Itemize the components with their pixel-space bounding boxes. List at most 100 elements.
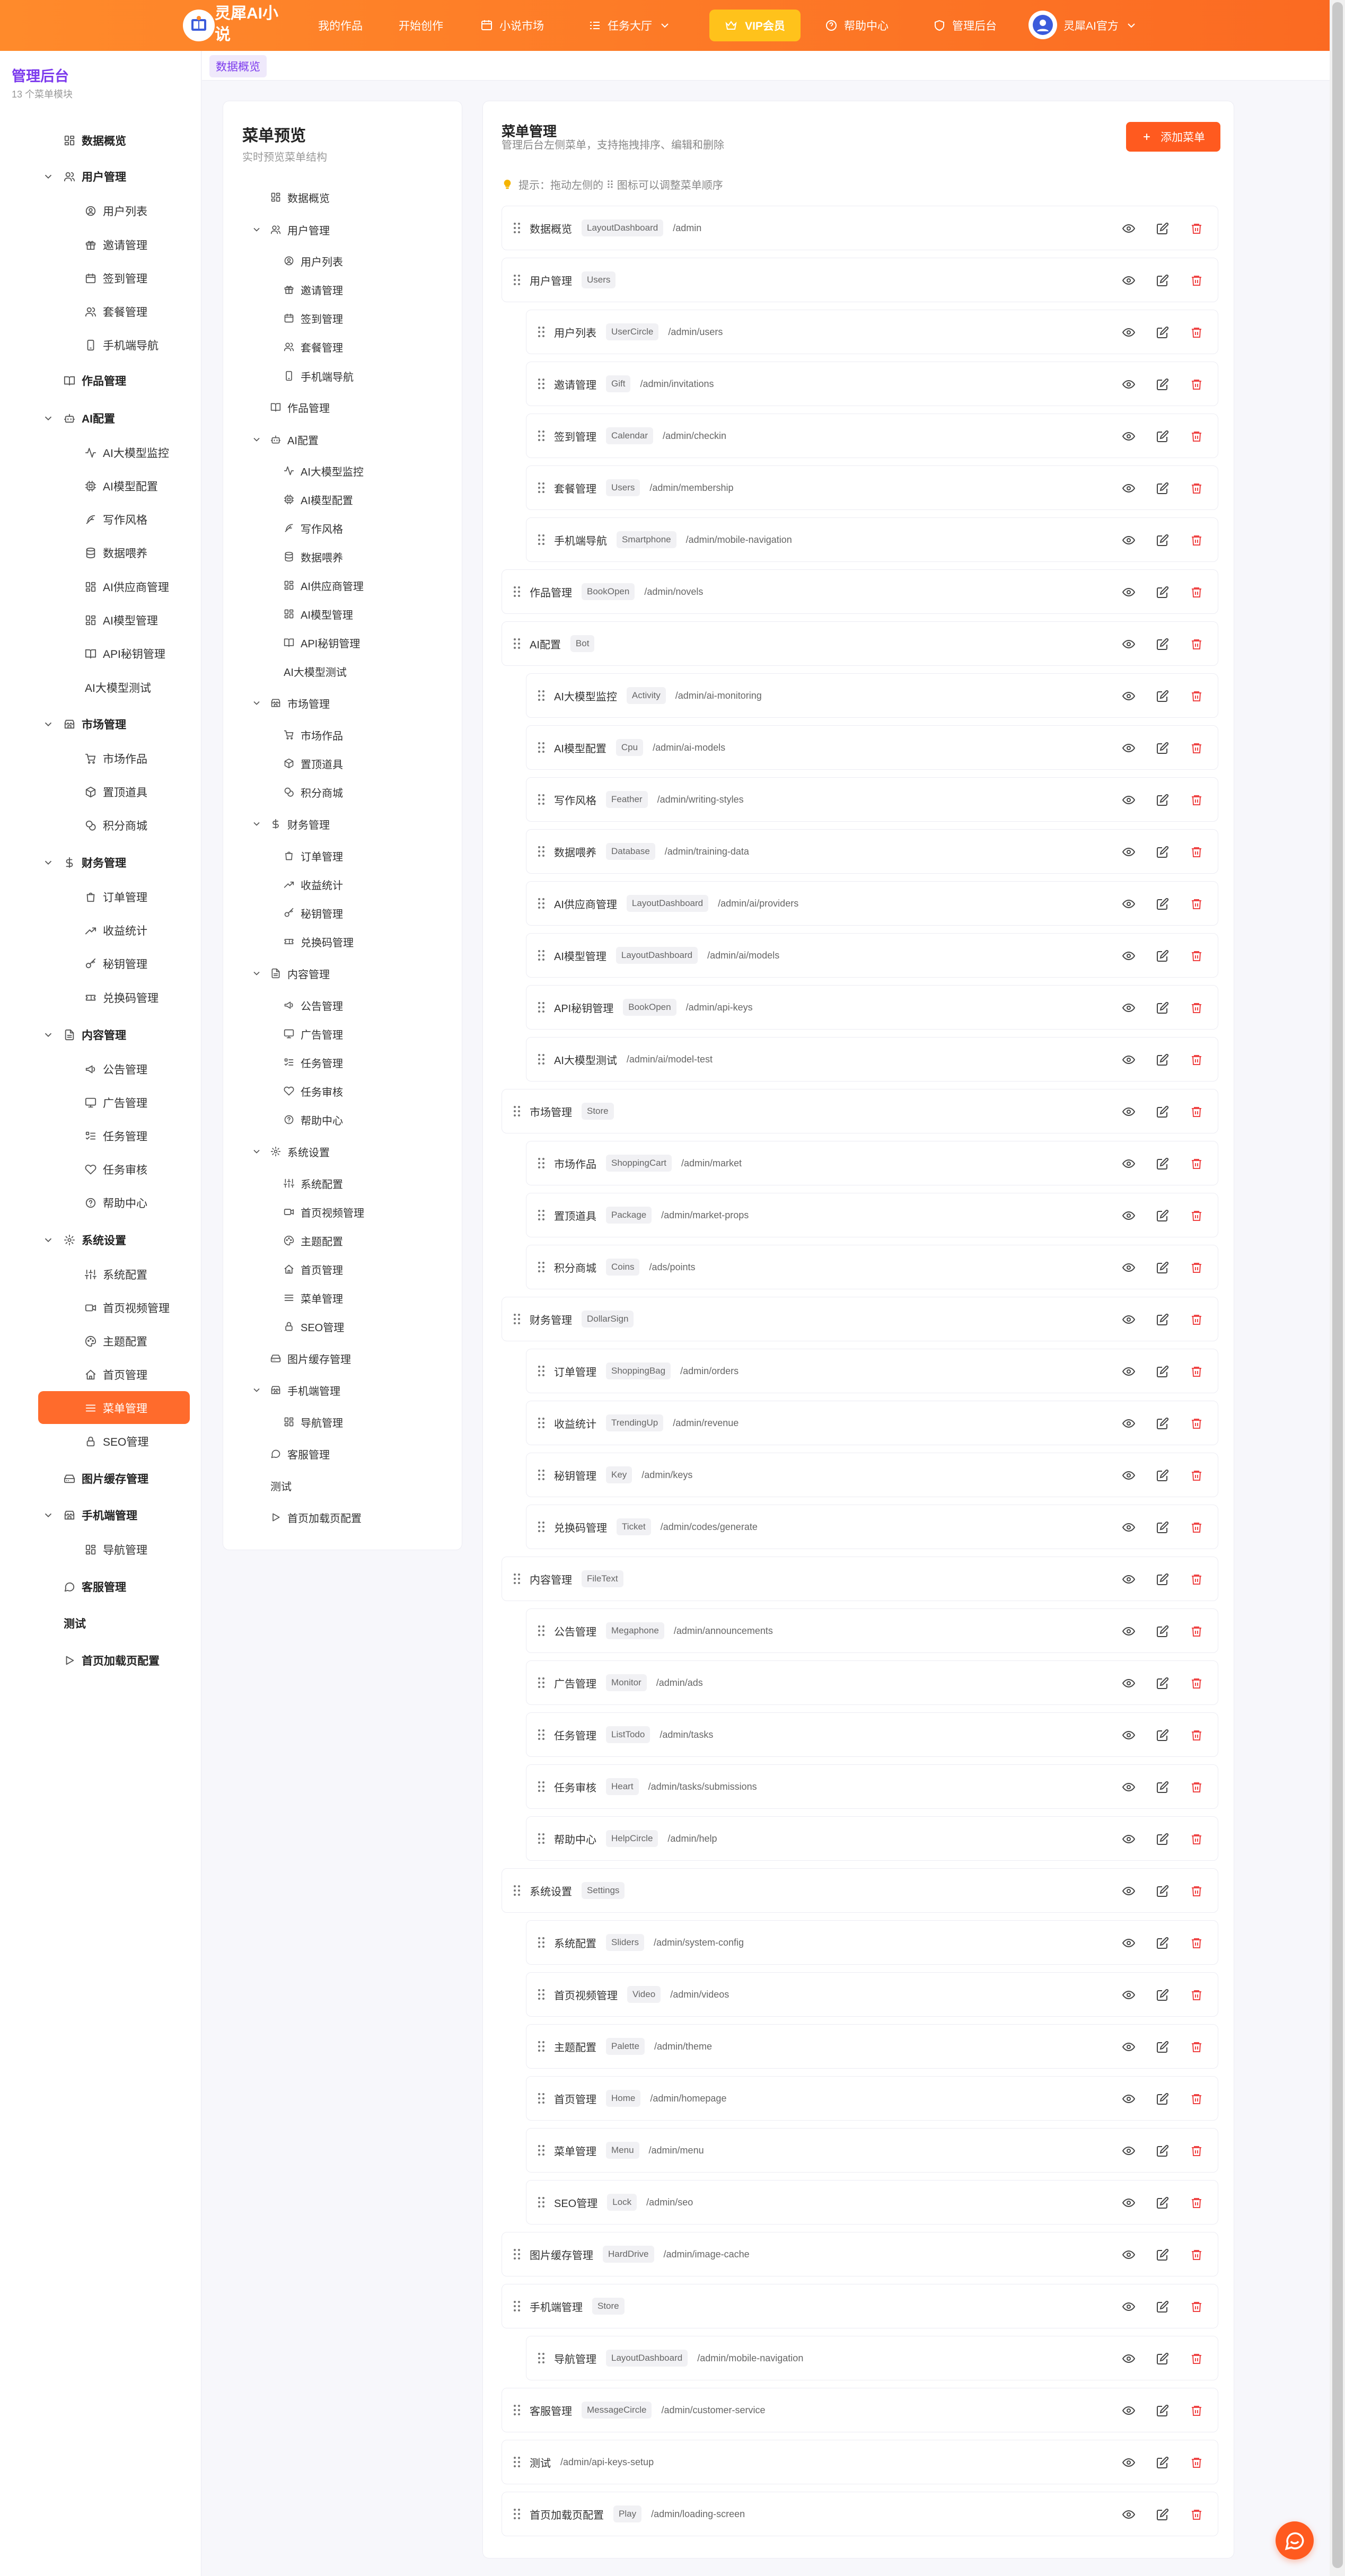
menu-row[interactable]: AI模型配置 Cpu/admin/ai-models <box>526 725 1218 770</box>
sidebar-item-34[interactable]: 首页视频管理 <box>85 1297 170 1318</box>
sidebar-item-13[interactable]: AI供应商管理 <box>85 576 169 597</box>
eye-icon[interactable] <box>1122 1417 1135 1430</box>
nav-help-center[interactable]: 帮助中心 <box>825 0 889 51</box>
trash-icon[interactable] <box>1190 1885 1203 1897</box>
trash-icon[interactable] <box>1190 1677 1203 1690</box>
trash-icon[interactable] <box>1190 2248 1203 2261</box>
menu-row[interactable]: 主题配置 Palette/admin/theme <box>526 2024 1218 2069</box>
trash-icon[interactable] <box>1190 2352 1203 2365</box>
edit-icon[interactable] <box>1156 2404 1169 2417</box>
sidebar-item-33[interactable]: 系统配置 <box>85 1264 147 1285</box>
edit-icon[interactable] <box>1156 1729 1169 1742</box>
eye-icon[interactable] <box>1122 1781 1135 1793</box>
menu-row[interactable]: 财务管理 DollarSign <box>502 1297 1218 1341</box>
add-menu-button[interactable]: 添加菜单 <box>1126 122 1220 152</box>
preview-collapse-toggle[interactable] <box>251 698 262 708</box>
menu-row[interactable]: AI模型管理 LayoutDashboard/admin/ai/models <box>526 933 1218 978</box>
sidebar-collapse-toggle[interactable] <box>42 857 54 868</box>
edit-icon[interactable] <box>1156 1365 1169 1378</box>
eye-icon[interactable] <box>1122 2456 1135 2469</box>
eye-icon[interactable] <box>1122 378 1135 391</box>
sidebar-item-0[interactable]: 数据概览 <box>64 130 126 151</box>
drag-handle-icon[interactable] <box>536 376 547 391</box>
customer-service-button[interactable] <box>1276 2521 1314 2560</box>
sidebar-item-23[interactable]: 收益统计 <box>85 920 147 941</box>
sidebar-item-37[interactable]: 菜单管理 <box>85 1397 147 1419</box>
menu-row[interactable]: 图片缓存管理 HardDrive/admin/image-cache <box>502 2232 1218 2276</box>
trash-icon[interactable] <box>1190 2144 1203 2157</box>
eye-icon[interactable] <box>1122 1469 1135 1482</box>
drag-handle-icon[interactable] <box>512 1883 522 1898</box>
trash-icon[interactable] <box>1190 1625 1203 1638</box>
drag-handle-icon[interactable] <box>536 1831 547 1846</box>
sidebar-item-43[interactable]: 测试 <box>64 1613 86 1634</box>
menu-row[interactable]: 套餐管理 Users/admin/membership <box>526 465 1218 510</box>
nav-novel-market[interactable]: 小说市场 <box>480 0 544 51</box>
trash-icon[interactable] <box>1190 2300 1203 2313</box>
trash-icon[interactable] <box>1190 742 1203 754</box>
eye-icon[interactable] <box>1122 1729 1135 1742</box>
eye-icon[interactable] <box>1122 2300 1135 2313</box>
sidebar-item-14[interactable]: AI模型管理 <box>85 610 158 631</box>
drag-handle-icon[interactable] <box>536 2351 547 2366</box>
sidebar-item-31[interactable]: 帮助中心 <box>85 1192 147 1214</box>
drag-handle-icon[interactable] <box>536 844 547 859</box>
eye-icon[interactable] <box>1122 690 1135 702</box>
edit-icon[interactable] <box>1156 1105 1169 1118</box>
trash-icon[interactable] <box>1190 2404 1203 2417</box>
eye-icon[interactable] <box>1122 949 1135 962</box>
nav-start-writing[interactable]: 开始创作 <box>399 0 443 51</box>
sidebar-item-16[interactable]: AI大模型测试 <box>85 677 151 698</box>
trash-icon[interactable] <box>1190 898 1203 910</box>
edit-icon[interactable] <box>1156 2196 1169 2209</box>
sidebar-item-4[interactable]: 签到管理 <box>85 268 147 289</box>
eye-icon[interactable] <box>1122 1885 1135 1897</box>
eye-icon[interactable] <box>1122 222 1135 235</box>
eye-icon[interactable] <box>1122 1053 1135 1066</box>
drag-handle-icon[interactable] <box>512 272 522 287</box>
trash-icon[interactable] <box>1190 1937 1203 1949</box>
trash-icon[interactable] <box>1190 1989 1203 2001</box>
eye-icon[interactable] <box>1122 898 1135 910</box>
edit-icon[interactable] <box>1156 2144 1169 2157</box>
sidebar-item-1[interactable]: 用户管理 <box>64 166 126 187</box>
drag-handle-icon[interactable] <box>512 2455 522 2469</box>
menu-row[interactable]: 广告管理 Monitor/admin/ads <box>526 1660 1218 1705</box>
menu-row[interactable]: 数据概览 LayoutDashboard/admin <box>502 206 1218 250</box>
trash-icon[interactable] <box>1190 430 1203 443</box>
edit-icon[interactable] <box>1156 846 1169 858</box>
sidebar-item-42[interactable]: 客服管理 <box>64 1576 126 1597</box>
menu-row[interactable]: 系统设置 Settings <box>502 1868 1218 1913</box>
trash-icon[interactable] <box>1190 794 1203 806</box>
page-scrollbar-thumb[interactable] <box>1332 2 1343 2568</box>
sidebar-item-7[interactable]: 作品管理 <box>64 370 126 391</box>
edit-icon[interactable] <box>1156 1313 1169 1326</box>
drag-handle-icon[interactable] <box>536 1364 547 1378</box>
edit-icon[interactable] <box>1156 638 1169 650</box>
edit-icon[interactable] <box>1156 1625 1169 1638</box>
menu-row[interactable]: 积分商城 Coins/ads/points <box>526 1245 1218 1289</box>
sidebar-item-41[interactable]: 导航管理 <box>85 1539 147 1560</box>
menu-row[interactable]: 测试/admin/api-keys-setup <box>502 2440 1218 2484</box>
edit-icon[interactable] <box>1156 2508 1169 2521</box>
eye-icon[interactable] <box>1122 1105 1135 1118</box>
edit-icon[interactable] <box>1156 1001 1169 1014</box>
edit-icon[interactable] <box>1156 1937 1169 1949</box>
sidebar-item-26[interactable]: 内容管理 <box>64 1024 126 1045</box>
sidebar-item-15[interactable]: API秘钥管理 <box>85 643 165 664</box>
trash-icon[interactable] <box>1190 1729 1203 1742</box>
drag-handle-icon[interactable] <box>536 428 547 443</box>
edit-icon[interactable] <box>1156 326 1169 339</box>
menu-row[interactable]: 客服管理 MessageCircle/admin/customer-service <box>502 2388 1218 2432</box>
trash-icon[interactable] <box>1190 1365 1203 1378</box>
eye-icon[interactable] <box>1122 1365 1135 1378</box>
eye-icon[interactable] <box>1122 430 1135 443</box>
drag-handle-icon[interactable] <box>536 2039 547 2054</box>
eye-icon[interactable] <box>1122 1989 1135 2001</box>
eye-icon[interactable] <box>1122 1157 1135 1170</box>
edit-icon[interactable] <box>1156 1261 1169 1274</box>
edit-icon[interactable] <box>1156 1157 1169 1170</box>
drag-handle-icon[interactable] <box>512 2299 522 2314</box>
drag-handle-icon[interactable] <box>536 324 547 339</box>
edit-icon[interactable] <box>1156 1885 1169 1897</box>
